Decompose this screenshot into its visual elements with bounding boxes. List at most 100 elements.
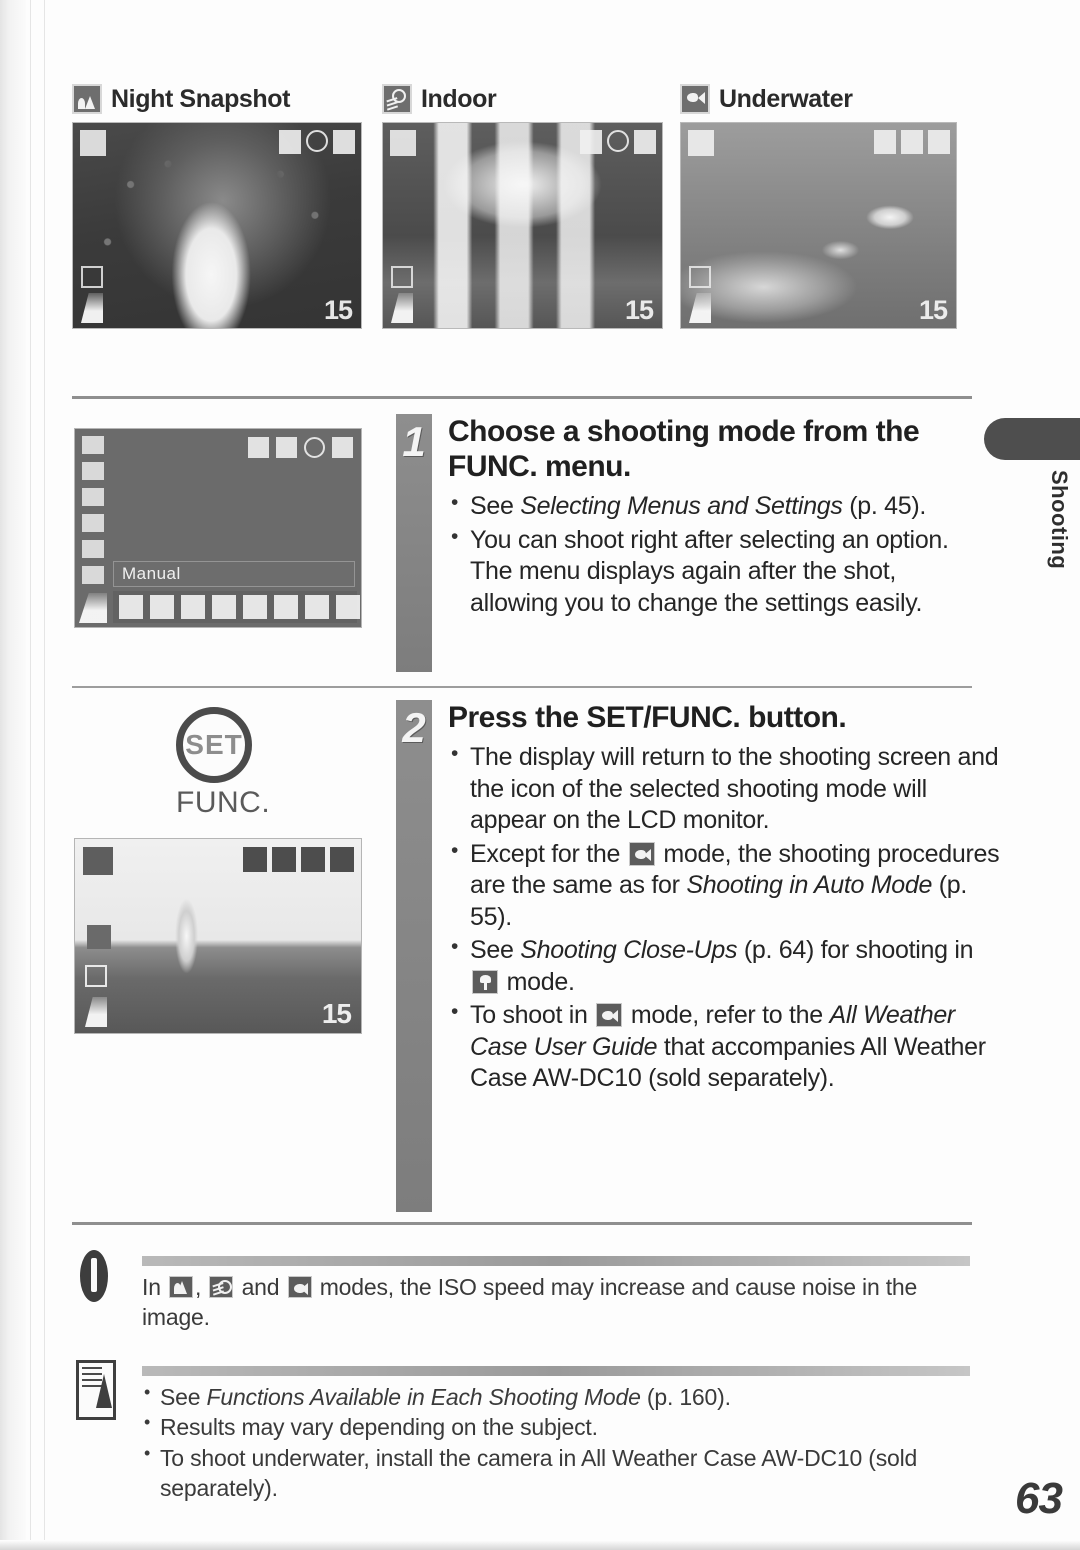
step-2-number-bar	[396, 700, 432, 1212]
indoor-icon	[382, 84, 412, 114]
step-2-body: Press the SET/FUNC. button. The display …	[448, 700, 1004, 1097]
lcd-preview-night: 15	[72, 122, 362, 329]
lcd-icon-iso	[391, 266, 413, 288]
func-menu-left-column	[79, 434, 107, 590]
lcd-icon-metering	[304, 437, 325, 458]
indoor-icon	[209, 1276, 234, 1298]
warning-icon	[72, 1248, 118, 1306]
step-2-number: 2	[402, 704, 426, 751]
lcd-mode-icon	[83, 847, 113, 875]
warning-note: In , and modes, the ISO speed may increa…	[72, 1248, 972, 1330]
lcd-mode-icon	[688, 130, 714, 156]
func-menu-selected-label: Manual	[113, 561, 355, 587]
lcd-icon-frame	[276, 437, 297, 458]
macro-icon	[472, 969, 498, 994]
lcd-icon-battery	[332, 437, 353, 458]
lcd-icon-metering	[607, 130, 629, 152]
mode-option-underwater[interactable]	[336, 595, 360, 619]
warning-note-text: In , and modes, the ISO speed may increa…	[142, 1274, 918, 1331]
step-1-title: Choose a shooting mode from the FUNC. me…	[448, 415, 920, 484]
note-pad-lines	[82, 1367, 102, 1369]
note-bullet-item: See Functions Available in Each Shooting…	[142, 1381, 970, 1412]
lcd-icon-macro	[248, 437, 269, 458]
note-rule	[142, 1256, 970, 1266]
lcd-shots-remaining: 15	[918, 295, 948, 325]
mode-option-landscape[interactable]	[243, 595, 267, 619]
mode-option-portrait[interactable]	[212, 595, 236, 619]
bullet-item: To shoot in mode, refer to the All Weath…	[448, 999, 1004, 1095]
func-item-effect	[79, 512, 107, 534]
step-1-body: Choose a shooting mode from the FUNC. me…	[448, 414, 976, 621]
lcd-icon-iso	[87, 925, 111, 949]
lcd-mode-icon	[390, 130, 416, 156]
mode-card-underwater: Underwater 15	[680, 82, 960, 329]
mode-title: Indoor	[421, 84, 497, 113]
underwater-icon	[680, 84, 710, 114]
lcd-shots-remaining: 15	[321, 998, 352, 1029]
page-bottom-edge	[0, 1540, 1080, 1550]
bullet-item: See Shooting Close-Ups (p. 64) for shoot…	[448, 934, 1004, 998]
mode-card-indoor: Indoor 15	[382, 82, 667, 329]
section-tab-pill	[984, 418, 1080, 460]
mode-option-indoor[interactable]	[305, 595, 329, 619]
lcd-icon-battery	[928, 130, 950, 154]
lcd-shots-remaining: 15	[323, 295, 353, 325]
tips-note: See Functions Available in Each Shooting…	[72, 1358, 972, 1501]
lcd-icon-macro	[243, 847, 267, 872]
lcd-icon-iso	[689, 266, 711, 288]
section-tab-label: Shooting	[1047, 470, 1072, 570]
lcd-icon-metering	[306, 130, 328, 152]
func-menu-status-icons	[248, 437, 353, 458]
lcd-preview-indoor: 15	[382, 122, 663, 329]
lcd-icon-metering	[301, 847, 325, 872]
lcd-status-icons	[279, 130, 355, 154]
lcd-status-icons	[874, 130, 950, 154]
step-2-bullets: The display will return to the shooting …	[448, 741, 1004, 1095]
mode-option-auto[interactable]	[119, 595, 143, 619]
underwater-icon	[596, 1003, 623, 1028]
underwater-icon	[628, 841, 655, 866]
scan-artifact-line	[30, 0, 31, 1550]
divider-steps	[72, 686, 972, 688]
mode-gallery: Night Snapshot 15 Indoor 15 Underwater 1…	[72, 82, 972, 352]
step-1-bullets: See Selecting Menus and Settings (p. 45)…	[448, 490, 976, 619]
mode-option-night-snapshot[interactable]	[274, 595, 298, 619]
bullet-item: Except for the mode, the shooting proced…	[448, 838, 1004, 934]
lcd-icon-iso	[81, 266, 103, 288]
underwater-icon	[287, 1276, 312, 1298]
lcd-icon-frame	[279, 130, 301, 154]
night-snapshot-icon	[72, 84, 102, 114]
lcd-icon-frame	[874, 130, 896, 154]
lcd-icon-af-frame	[85, 965, 107, 987]
note-rule	[142, 1366, 970, 1376]
lcd-icon-frame	[580, 130, 602, 154]
lcd-status-icons	[580, 130, 656, 154]
bullet-item: The display will return to the shooting …	[448, 741, 1004, 837]
mode-title: Underwater	[719, 84, 853, 113]
divider-top	[72, 396, 972, 399]
tips-note-text: See Functions Available in Each Shooting…	[142, 1381, 970, 1503]
func-item-iso	[79, 564, 107, 586]
mode-header: Indoor	[382, 82, 667, 116]
lcd-icon-quality	[85, 997, 107, 1027]
mode-option-macro[interactable]	[181, 595, 205, 619]
note-bullet-item: Results may vary depending on the subjec…	[142, 1411, 970, 1442]
scan-artifact-line	[44, 0, 45, 1550]
func-item-white-balance	[79, 486, 107, 508]
func-item-flash	[79, 434, 107, 456]
mode-header: Night Snapshot	[72, 82, 368, 116]
func-item-drive	[79, 538, 107, 560]
lcd-icon-battery	[333, 130, 355, 154]
note-pad-icon	[72, 1358, 118, 1420]
lcd-status-icons	[243, 847, 354, 872]
func-menu-mode-row	[113, 591, 360, 623]
set-button-graphic: SET	[176, 707, 252, 783]
lcd-shots-remaining: 15	[624, 295, 654, 325]
divider-notes	[72, 1222, 972, 1225]
lcd-preview-underwater: 15	[680, 122, 957, 329]
step-2-title: Press the SET/FUNC. button.	[448, 701, 847, 734]
mode-option-manual[interactable]	[150, 595, 174, 619]
lcd-mode-icon	[80, 130, 106, 156]
manual-page: Night Snapshot 15 Indoor 15 Underwater 1…	[0, 0, 1080, 1550]
func-item-exposure	[79, 460, 107, 482]
